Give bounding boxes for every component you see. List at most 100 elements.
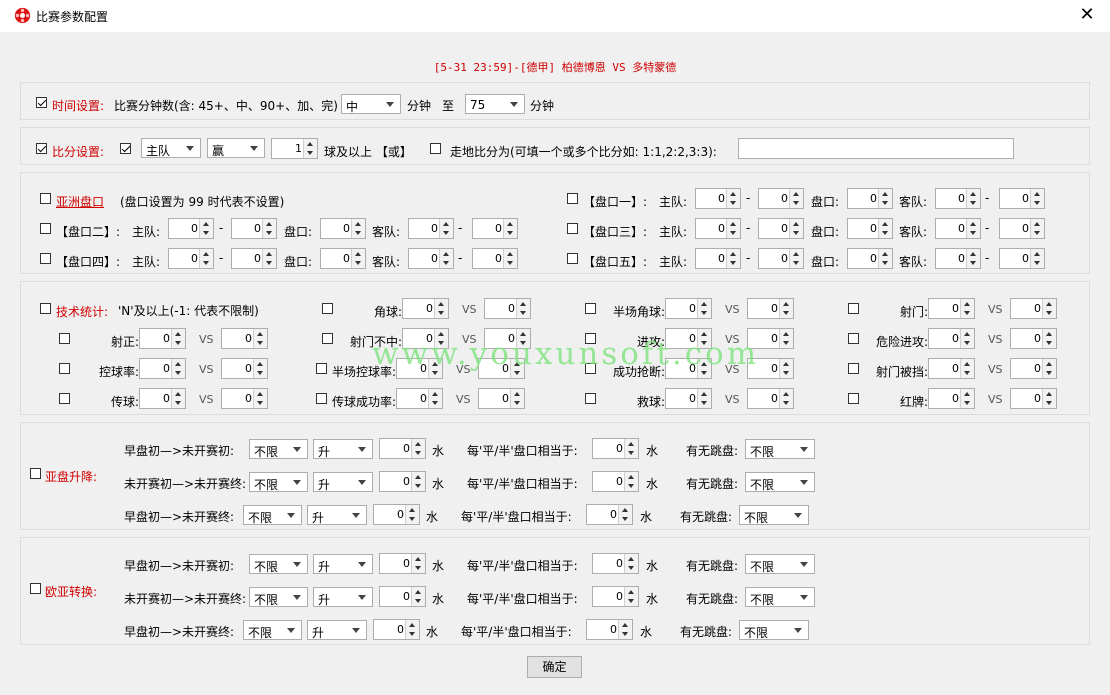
stat-value-b-3[interactable]: 0 — [1010, 298, 1057, 319]
spin-arrows-icon[interactable] — [878, 249, 892, 268]
handicap-line[interactable]: 0 — [320, 248, 366, 269]
stat-checkbox-2[interactable] — [585, 303, 596, 314]
spin-arrows-icon[interactable] — [411, 472, 425, 491]
stat-value-a-2[interactable]: 0 — [665, 298, 712, 319]
spin-arrows-icon[interactable] — [303, 139, 317, 158]
euro-asia-group-equiv-stepper-3[interactable]: 0 — [586, 619, 633, 640]
stat-value-a-3[interactable]: 0 — [928, 298, 975, 319]
spin-arrows-icon[interactable] — [262, 219, 276, 238]
spin-arrows-icon[interactable] — [262, 249, 276, 268]
euro-asia-group-jump-select-3[interactable]: 不限 — [739, 620, 809, 640]
euro-asia-group-water-stepper-3[interactable]: 0 — [373, 619, 420, 640]
stat-value-a-7[interactable]: 0 — [928, 328, 975, 349]
handicap-line[interactable]: 0 — [847, 188, 893, 209]
time-to-select[interactable]: 75 — [465, 94, 525, 114]
spin-arrows-icon[interactable] — [789, 219, 803, 238]
spin-arrows-icon[interactable] — [411, 587, 425, 606]
handicap-home-b[interactable]: 0 — [758, 218, 804, 239]
stat-value-b-1[interactable]: 0 — [484, 298, 531, 319]
handicap-line[interactable]: 0 — [320, 218, 366, 239]
spin-arrows-icon[interactable] — [878, 219, 892, 238]
spin-arrows-icon[interactable] — [779, 389, 793, 408]
handicap-row-checkbox-2[interactable] — [40, 223, 51, 234]
goals-stepper[interactable]: 1 — [271, 138, 318, 159]
spin-arrows-icon[interactable] — [405, 620, 419, 639]
spin-arrows-icon[interactable] — [624, 554, 638, 573]
spin-arrows-icon[interactable] — [434, 299, 448, 318]
stat-value-b-8[interactable]: 0 — [221, 358, 268, 379]
stat-value-a-15[interactable]: 0 — [928, 388, 975, 409]
handicap-row-checkbox-1[interactable] — [567, 193, 578, 204]
result-select[interactable]: 赢 — [207, 138, 265, 158]
asian-rise-group-jump-select-1[interactable]: 不限 — [745, 439, 815, 459]
spin-arrows-icon[interactable] — [966, 219, 980, 238]
handicap-row-checkbox-4[interactable] — [40, 253, 51, 264]
stat-checkbox-4[interactable] — [59, 333, 70, 344]
spin-arrows-icon[interactable] — [618, 505, 632, 524]
spin-arrows-icon[interactable] — [171, 329, 185, 348]
stat-value-a-14[interactable]: 0 — [665, 388, 712, 409]
stat-checkbox-13[interactable] — [316, 393, 327, 404]
handicap-home-a[interactable]: 0 — [168, 248, 214, 269]
spin-arrows-icon[interactable] — [624, 439, 638, 458]
asian-rise-group-jump-select-2[interactable]: 不限 — [745, 472, 815, 492]
stat-checkbox-12[interactable] — [59, 393, 70, 404]
handicap-home-a[interactable]: 0 — [695, 248, 741, 269]
spin-arrows-icon[interactable] — [253, 359, 267, 378]
asian-rise-group-jump-select-3[interactable]: 不限 — [739, 505, 809, 525]
euro-asia-group-equiv-stepper-1[interactable]: 0 — [592, 553, 639, 574]
spin-arrows-icon[interactable] — [199, 219, 213, 238]
asian-rise-group-limit-select-1[interactable]: 不限 — [249, 439, 308, 459]
spin-arrows-icon[interactable] — [503, 219, 517, 238]
stat-value-b-15[interactable]: 0 — [1010, 388, 1057, 409]
score-settings-checkbox[interactable] — [36, 143, 47, 154]
stat-value-a-8[interactable]: 0 — [139, 358, 186, 379]
spin-arrows-icon[interactable] — [1042, 329, 1056, 348]
spin-arrows-icon[interactable] — [697, 299, 711, 318]
euro-asia-group-jump-select-1[interactable]: 不限 — [745, 554, 815, 574]
spin-arrows-icon[interactable] — [199, 249, 213, 268]
tech-stats-checkbox[interactable] — [40, 303, 51, 314]
time-from-select[interactable]: 中 — [341, 94, 401, 114]
asian-rise-group-equiv-stepper-2[interactable]: 0 — [592, 471, 639, 492]
handicap-home-b[interactable]: 0 — [758, 248, 804, 269]
asian-rise-group-direction-select-1[interactable]: 升 — [313, 439, 373, 459]
spin-arrows-icon[interactable] — [1042, 389, 1056, 408]
handicap-home-a[interactable]: 0 — [695, 218, 741, 239]
spin-arrows-icon[interactable] — [789, 189, 803, 208]
spin-arrows-icon[interactable] — [428, 389, 442, 408]
handicap-away-a[interactable]: 0 — [935, 188, 981, 209]
stat-checkbox-8[interactable] — [59, 363, 70, 374]
stat-value-b-12[interactable]: 0 — [221, 388, 268, 409]
handicap-row-checkbox-3[interactable] — [567, 223, 578, 234]
stat-value-b-13[interactable]: 0 — [478, 388, 525, 409]
stat-value-a-4[interactable]: 0 — [139, 328, 186, 349]
exact-score-checkbox[interactable] — [430, 143, 441, 154]
stat-value-a-11[interactable]: 0 — [928, 358, 975, 379]
spin-arrows-icon[interactable] — [439, 249, 453, 268]
spin-arrows-icon[interactable] — [966, 249, 980, 268]
spin-arrows-icon[interactable] — [1042, 359, 1056, 378]
spin-arrows-icon[interactable] — [1030, 219, 1044, 238]
euro-asia-group-water-stepper-2[interactable]: 0 — [379, 586, 426, 607]
stat-value-b-14[interactable]: 0 — [747, 388, 794, 409]
spin-arrows-icon[interactable] — [171, 389, 185, 408]
spin-arrows-icon[interactable] — [405, 505, 419, 524]
asian-rise-group-equiv-stepper-3[interactable]: 0 — [586, 504, 633, 525]
spin-arrows-icon[interactable] — [351, 249, 365, 268]
stat-checkbox-14[interactable] — [585, 393, 596, 404]
stat-value-a-1[interactable]: 0 — [402, 298, 449, 319]
time-settings-checkbox[interactable] — [36, 97, 47, 108]
handicap-home-b[interactable]: 0 — [231, 248, 277, 269]
stat-value-b-7[interactable]: 0 — [1010, 328, 1057, 349]
euro-asia-group-limit-select-2[interactable]: 不限 — [249, 587, 308, 607]
euro-asia-group-jump-select-2[interactable]: 不限 — [745, 587, 815, 607]
spin-arrows-icon[interactable] — [351, 219, 365, 238]
euro-asia-group-water-stepper-1[interactable]: 0 — [379, 553, 426, 574]
spin-arrows-icon[interactable] — [779, 359, 793, 378]
spin-arrows-icon[interactable] — [171, 359, 185, 378]
spin-arrows-icon[interactable] — [516, 299, 530, 318]
handicap-row-checkbox-5[interactable] — [567, 253, 578, 264]
spin-arrows-icon[interactable] — [1030, 249, 1044, 268]
stat-checkbox-9[interactable] — [316, 363, 327, 374]
